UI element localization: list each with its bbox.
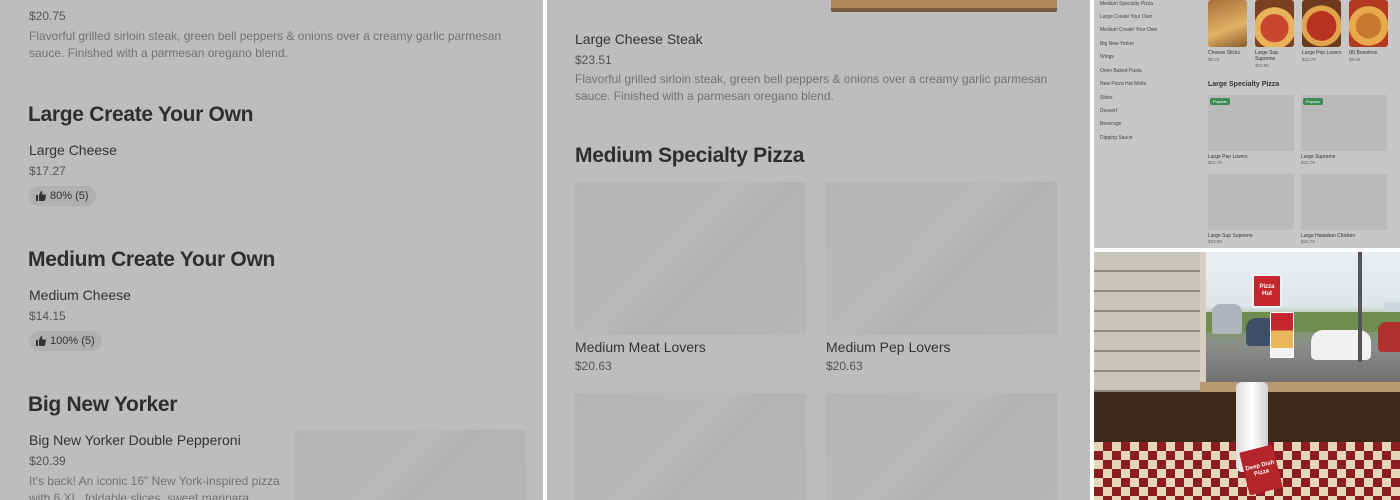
menu-panel-left: $20.75 Flavorful grilled sirloin steak, … <box>0 0 543 500</box>
menu-item-medium-cheese[interactable]: Medium Cheese <box>29 287 131 303</box>
menu-item-big-new-yorker[interactable]: Big New Yorker Double Pepperoni <box>29 432 241 448</box>
menu-item-large-cheese[interactable]: Large Cheese <box>29 142 117 158</box>
card-image-medium-meat-lovers[interactable] <box>575 182 806 335</box>
rating-text: 100% (5) <box>50 335 95 347</box>
mini-card-image[interactable]: Popular <box>1301 95 1387 151</box>
food-thumb-boneless[interactable] <box>1349 0 1388 47</box>
menu-item-large-cheese-steak[interactable]: Large Cheese Steak <box>575 31 703 47</box>
thumbs-up-icon <box>36 191 46 201</box>
item-price: $14.15 <box>29 309 66 323</box>
sidebar-item[interactable]: Dessert <box>1100 108 1117 114</box>
item-price: $20.75 <box>29 9 66 23</box>
mini-item-price: $22.79 <box>1302 57 1316 62</box>
food-thumb-cheese-sticks[interactable] <box>1208 0 1247 47</box>
sidebar-item[interactable]: Big New Yorker <box>1100 41 1134 47</box>
mini-item-price: $8.23 <box>1208 57 1220 62</box>
sidebar-item[interactable]: Medium Specialty Pizza <box>1100 1 1153 7</box>
mini-card-image[interactable] <box>1301 174 1387 230</box>
mini-item-price: $9.59 <box>1349 57 1361 62</box>
sidebar-item[interactable]: Dipping Sauce <box>1100 135 1133 141</box>
section-title-large-create: Large Create Your Own <box>28 103 254 126</box>
section-title-medium-create: Medium Create Your Own <box>28 248 275 271</box>
mini-item-name: Cheese Sticks <box>1208 50 1240 56</box>
window-view <box>1206 252 1400 387</box>
mini-item-name: (8) Boneless <box>1349 50 1378 56</box>
mini-item-name: Large Pep Lovers <box>1302 50 1342 56</box>
mini-item-price: $23.98 <box>1255 63 1269 68</box>
food-thumb-pep-lovers[interactable] <box>1302 0 1341 47</box>
item-price: $20.39 <box>29 454 66 468</box>
sidebar-item[interactable]: Large Create Your Own <box>1100 14 1152 20</box>
item-price: $20.63 <box>826 359 863 373</box>
item-price: $17.27 <box>29 164 66 178</box>
sidebar-item[interactable]: Wings <box>1100 54 1114 60</box>
food-thumb-sup-supreme[interactable] <box>1255 0 1294 47</box>
card-image-medium-pep-lovers[interactable] <box>826 182 1057 335</box>
pizza-hut-sign: Pizza Hut <box>1252 274 1282 308</box>
popular-badge: Popular <box>1210 98 1230 105</box>
mini-card-image[interactable]: Popular <box>1208 95 1294 151</box>
sidebar-item[interactable]: Oven Baked Pasta <box>1100 68 1142 74</box>
item-price: $23.51 <box>575 53 612 67</box>
thumbs-up-icon <box>36 336 46 346</box>
brick-wall <box>1094 252 1206 392</box>
rating-badge: 100% (5) <box>29 331 102 351</box>
sign-text: Pizza Hut <box>1259 284 1275 297</box>
sidebar-item[interactable]: New Pizza Hut Melts <box>1100 81 1146 87</box>
card-title-medium-meat-lovers[interactable]: Medium Meat Lovers <box>575 339 706 355</box>
rating-badge: 80% (5) <box>29 186 96 206</box>
mini-card-price: $22.79 <box>1301 160 1315 165</box>
menu-panel-middle: Large Cheese Steak $23.51 Flavorful gril… <box>547 0 1090 500</box>
box-text: Deep Dish Pizza <box>1245 459 1275 478</box>
rating-text: 80% (5) <box>50 190 89 202</box>
mini-card-price: $22.79 <box>1208 160 1222 165</box>
mini-card-image[interactable] <box>1208 174 1294 230</box>
mini-card-price: $23.98 <box>1208 239 1222 244</box>
section-title-big-new-yorker: Big New Yorker <box>28 393 178 416</box>
card-title-medium-pep-lovers[interactable]: Medium Pep Lovers <box>826 339 951 355</box>
item-description: It's back! An iconic 16" New York-inspir… <box>29 474 280 500</box>
mini-item-name: Large Sup Supreme <box>1255 50 1279 62</box>
promo-card <box>1270 312 1294 358</box>
popular-badge: Popular <box>1303 98 1323 105</box>
mini-card-price: $22.79 <box>1301 239 1315 244</box>
menu-screenshot-thumbnail: Medium Specialty Pizza Large Create Your… <box>1094 0 1400 248</box>
card-image-placeholder[interactable] <box>826 393 1057 500</box>
mini-section-title: Large Specialty Pizza <box>1208 81 1280 88</box>
item-price: $20.63 <box>575 359 612 373</box>
sidebar-item[interactable]: Medium Create Your Own <box>1100 27 1157 33</box>
sidebar-item[interactable]: Sides <box>1100 95 1113 101</box>
sidebar-item[interactable]: Beverage <box>1100 121 1121 127</box>
item-image-placeholder[interactable] <box>294 430 526 500</box>
item-description: Flavorful grilled sirloin steak, green b… <box>575 72 1048 103</box>
section-title-medium-specialty: Medium Specialty Pizza <box>575 144 805 167</box>
item-image[interactable] <box>831 0 1057 12</box>
item-description: Flavorful grilled sirloin steak, green b… <box>29 29 502 60</box>
card-image-placeholder[interactable] <box>575 393 806 500</box>
restaurant-photo: Pizza Hut Deep Dish Pizza <box>1094 252 1400 500</box>
